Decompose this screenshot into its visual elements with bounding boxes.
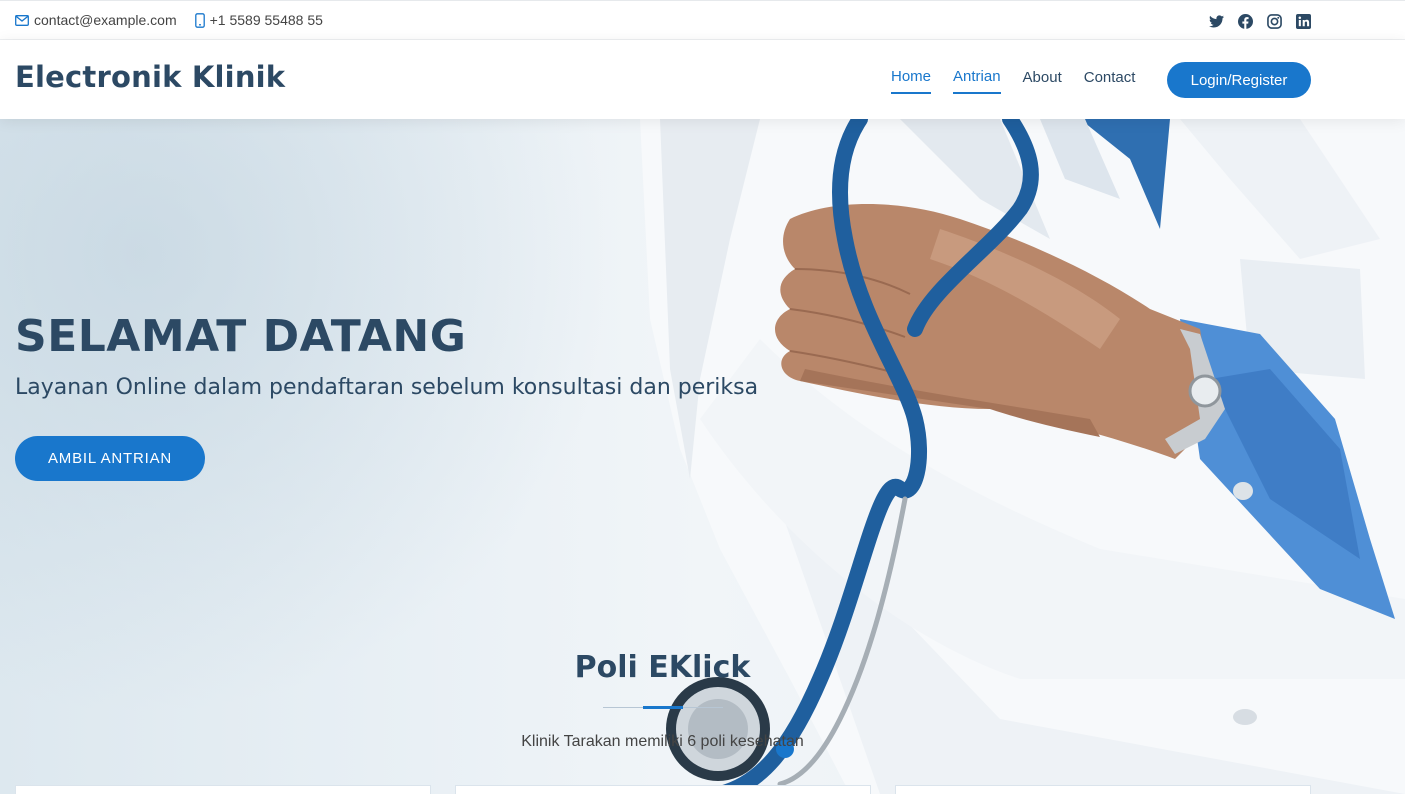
nav-contact[interactable]: Contact	[1084, 69, 1136, 93]
phone-contact[interactable]: +1 5589 55488 55	[194, 12, 323, 28]
phone-text: +1 5589 55488 55	[209, 12, 323, 28]
hero-title: SELAMAT DATANG	[15, 311, 467, 362]
hero-section: SELAMAT DATANG Layanan Online dalam pend…	[0, 119, 1405, 794]
top-bar: contact@example.com +1 5589 55488 55	[0, 0, 1405, 40]
email-contact[interactable]: contact@example.com	[15, 12, 177, 28]
main-header: Electronik Klinik Home Antrian About Con…	[0, 40, 1405, 119]
main-nav: Home Antrian About Contact	[880, 68, 1146, 94]
login-register-button[interactable]: Login/Register	[1167, 62, 1311, 98]
hero-subtitle: Layanan Online dalam pendaftaran sebelum…	[15, 375, 759, 400]
site-logo[interactable]: Electronik Klinik	[15, 60, 285, 94]
nav-home[interactable]: Home	[891, 68, 932, 94]
social-links	[1208, 13, 1324, 29]
doctor-image	[640, 119, 1405, 794]
poli-card[interactable]	[455, 785, 871, 794]
email-text: contact@example.com	[34, 12, 177, 28]
instagram-icon[interactable]	[1266, 13, 1282, 29]
facebook-icon[interactable]	[1237, 13, 1253, 29]
phone-icon	[194, 12, 205, 28]
section-description: Klinik Tarakan memiliki 6 poli kesehatan	[521, 733, 804, 750]
nav-about[interactable]: About	[1023, 69, 1062, 93]
envelope-icon	[15, 14, 29, 26]
contact-info: contact@example.com +1 5589 55488 55	[15, 12, 341, 28]
ambil-antrian-button[interactable]: AMBIL ANTRIAN	[15, 436, 205, 481]
nav-antrian[interactable]: Antrian	[953, 68, 1001, 94]
poli-card[interactable]	[895, 785, 1311, 794]
twitter-icon[interactable]	[1208, 13, 1224, 29]
linkedin-icon[interactable]	[1295, 13, 1311, 29]
section-title: Poli EKlick	[574, 650, 751, 685]
title-divider	[603, 706, 723, 709]
poli-card[interactable]	[15, 785, 431, 794]
title-divider-accent	[643, 706, 683, 709]
